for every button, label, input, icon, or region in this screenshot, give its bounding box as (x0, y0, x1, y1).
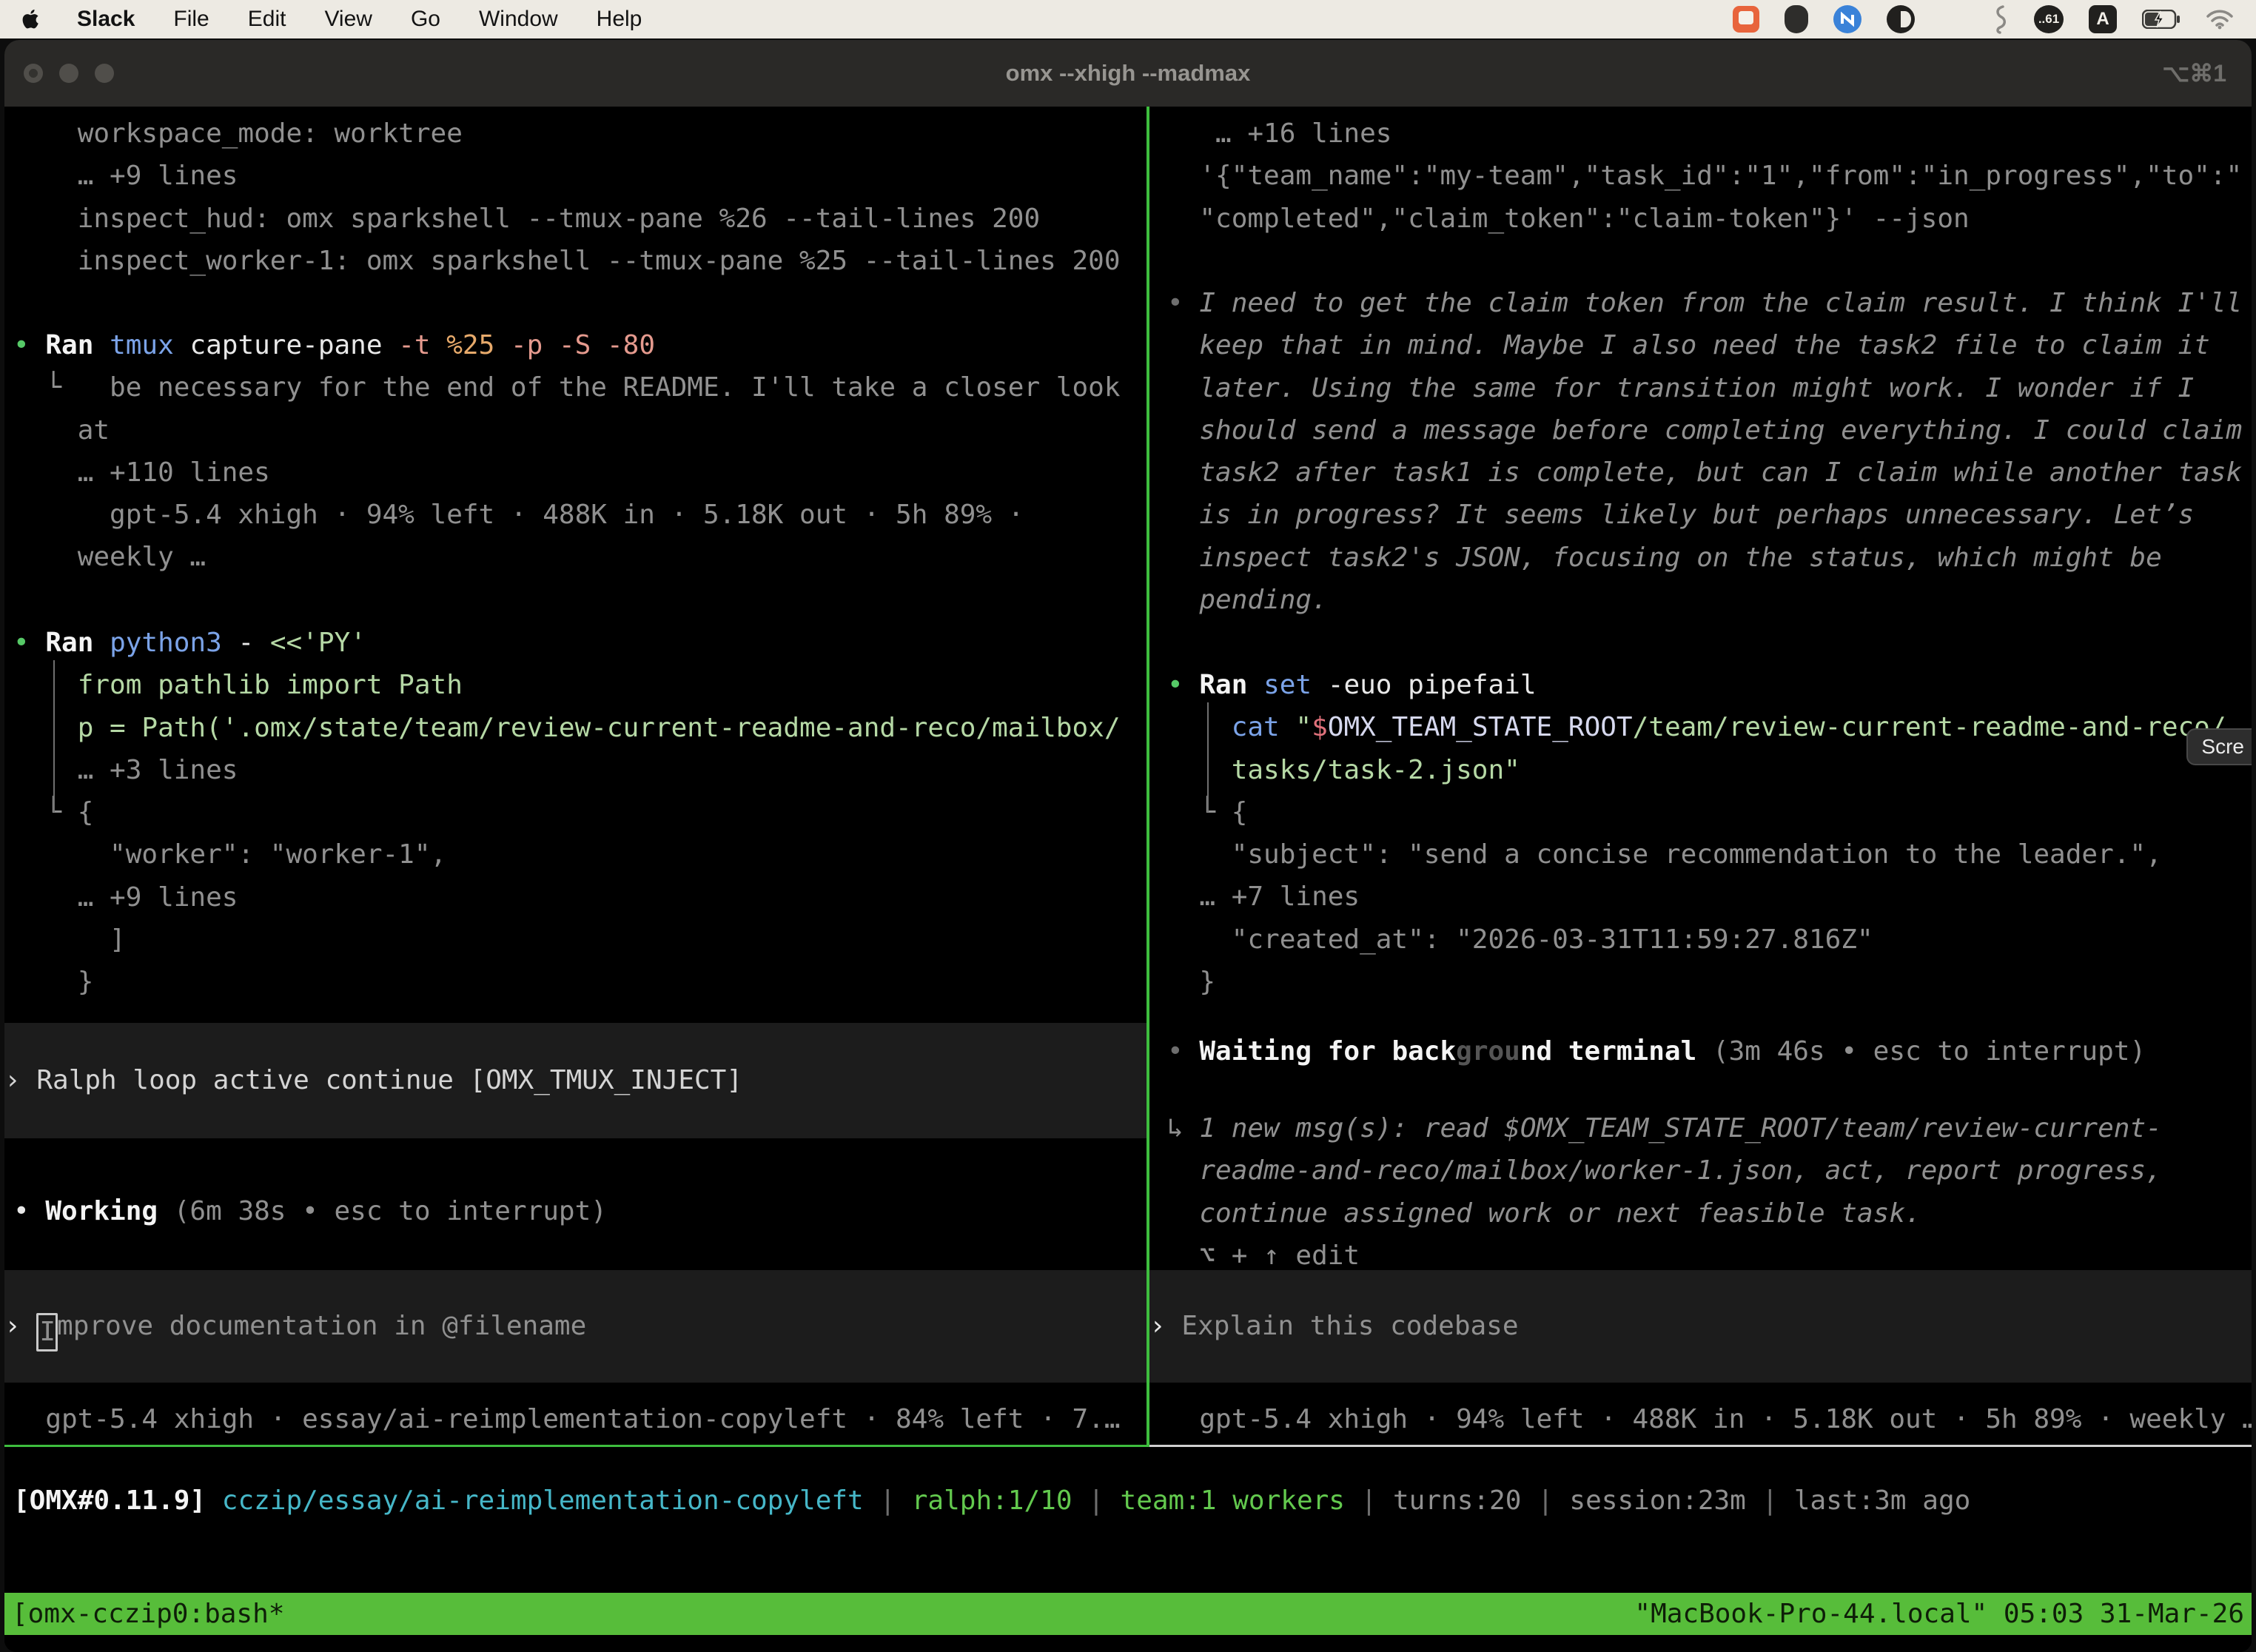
tmux-session-label: [omx-cczip0:bash* (12, 1593, 284, 1635)
menu-item-app[interactable]: Slack (77, 7, 135, 32)
new-message-note: ↳ 1 new msg(s): read $OMX_TEAM_STATE_ROO… (1167, 1107, 2162, 1277)
left-output-config: workspace_mode: worktree … +9 lines insp… (13, 113, 1121, 282)
wifi-icon[interactable] (2206, 9, 2234, 30)
right-thinking-text: • I need to get the claim token from the… (1167, 282, 2242, 621)
minimize-button[interactable] (59, 64, 78, 83)
shield-grid-icon[interactable] (1785, 5, 1808, 33)
screen-tooltip: Scre (2186, 728, 2252, 765)
window-title: omx --xhigh --madmax (4, 60, 2252, 87)
terminal-content: workspace_mode: worktree … +9 lines insp… (4, 107, 2252, 1652)
dots-grid-icon[interactable] (1940, 7, 1966, 33)
right-pane-separator (1149, 1445, 2252, 1447)
tmux-pane-right[interactable]: … +16 lines '{"team_name":"my-team","tas… (1149, 107, 2252, 1446)
left-ran-python-block: • Ran python3 - <<'PY' from pathlib impo… (13, 622, 1121, 1004)
apple-menu-icon[interactable] (22, 7, 41, 31)
menu-item-help[interactable]: Help (597, 7, 642, 32)
right-ran-cat-block: • Ran set -euo pipefail cat "$OMX_TEAM_S… (1167, 664, 2226, 1003)
menu-item-view[interactable]: View (324, 7, 372, 32)
ralph-loop-banner: › Ralph loop active continue [OMX_TMUX_I… (4, 1023, 1147, 1138)
window-shortcut: ⌥⌘1 (2162, 59, 2226, 87)
output-connector-line (1207, 702, 1209, 812)
traffic-lights (24, 40, 114, 107)
tmux-host-clock: "MacBook-Pro-44.local" 05:03 31-Mar-26 (1634, 1593, 2244, 1635)
menubar-status-icons: ..61 A (1733, 4, 2234, 34)
omx-status-bar: [OMX#0.11.9] cczip/essay/ai-reimplementa… (13, 1480, 2252, 1522)
right-prompt-input[interactable]: › Explain this codebase (1149, 1270, 2252, 1383)
battery-icon[interactable] (2142, 10, 2181, 29)
macos-screen: Slack File Edit View Go Window Help ..61… (0, 0, 2256, 1652)
waiting-status-line: • Waiting for background terminal (3m 46… (1167, 1030, 2146, 1072)
left-prompt-input[interactable]: › Improve documentation in @filename (4, 1270, 1147, 1383)
right-model-status-line: gpt-5.4 xhigh · 94% left · 488K in · 5.1… (1167, 1398, 2252, 1440)
window-titlebar[interactable]: omx --xhigh --madmax ⌥⌘1 (4, 40, 2252, 107)
chat-app-icon[interactable] (1733, 6, 1759, 33)
close-button[interactable] (24, 64, 43, 83)
left-pane-separator (4, 1445, 1147, 1447)
working-status-line: • Working (6m 38s • esc to interrupt) (13, 1190, 607, 1232)
menu-item-go[interactable]: Go (411, 7, 440, 32)
left-ran-tmux-block: • Ran tmux capture-pane -t %25 -p -S -80… (13, 324, 1121, 579)
squiggle-icon[interactable] (1991, 4, 2009, 34)
zoom-button[interactable] (95, 64, 114, 83)
menu-item-window[interactable]: Window (479, 7, 558, 32)
terminal-window: omx --xhigh --madmax ⌥⌘1 workspace_mode:… (4, 40, 2252, 1652)
left-model-status-line: gpt-5.4 xhigh · essay/ai-reimplementatio… (13, 1398, 1121, 1440)
tmux-pane-left[interactable]: workspace_mode: worktree … +9 lines insp… (4, 107, 1147, 1446)
badge-61-icon[interactable]: ..61 (2034, 5, 2064, 33)
menu-item-edit[interactable]: Edit (248, 7, 286, 32)
tmux-status-bar: [omx-cczip0:bash* "MacBook-Pro-44.local"… (4, 1593, 2252, 1635)
crescent-icon[interactable] (1887, 5, 1915, 33)
menu-bar: Slack File Edit View Go Window Help ..61… (0, 0, 2256, 38)
right-json-output: … +16 lines '{"team_name":"my-team","tas… (1167, 113, 2242, 240)
blue-bolt-icon[interactable] (1833, 5, 1861, 33)
menu-item-file[interactable]: File (173, 7, 209, 32)
output-connector-line (53, 660, 55, 812)
input-source-icon[interactable]: A (2089, 5, 2117, 33)
